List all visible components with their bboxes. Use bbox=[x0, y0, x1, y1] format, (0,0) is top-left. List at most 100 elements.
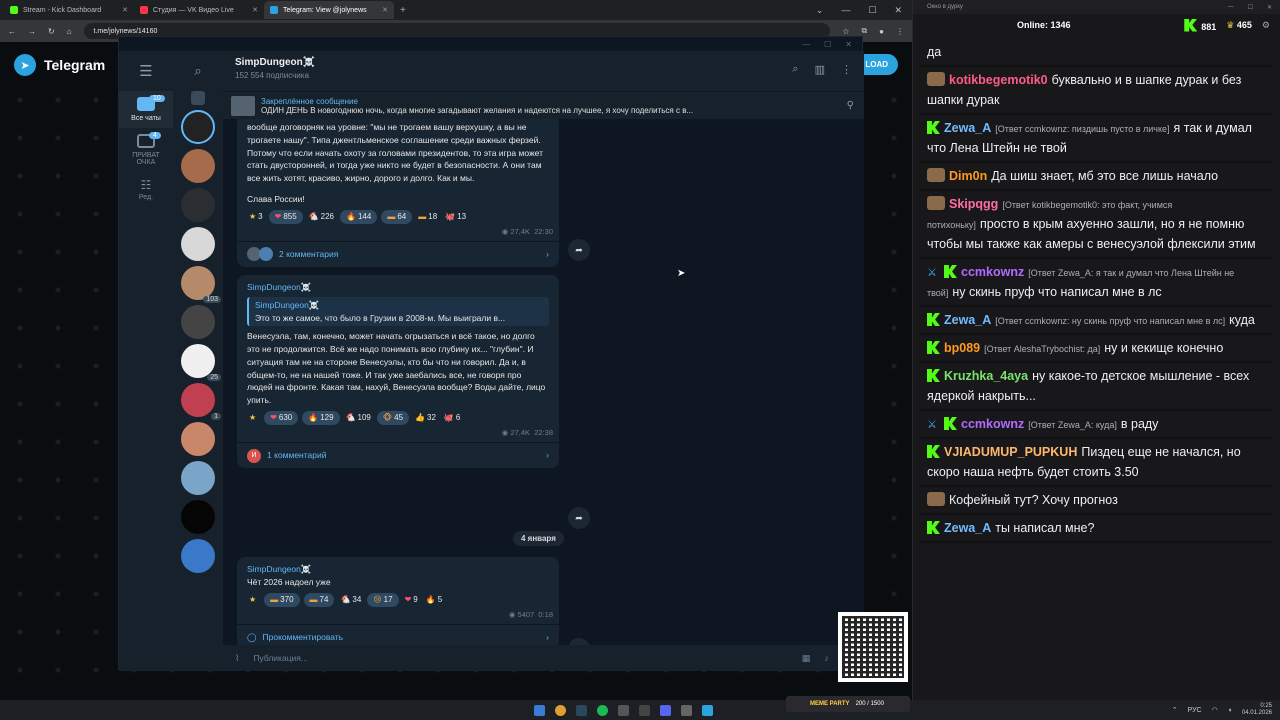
post-author[interactable]: SimpDungeon☠️ bbox=[247, 281, 549, 294]
reaction-pill[interactable]: 🐙 13 bbox=[443, 210, 468, 224]
browser-tab-vk[interactable]: Студия — VK Видео Live ✕ bbox=[134, 1, 264, 19]
reaction-pill[interactable]: 🐔 226 bbox=[307, 210, 336, 224]
chat-avatar[interactable]: 1 bbox=[181, 383, 221, 420]
comments-button[interactable]: И 1 комментарий › bbox=[237, 442, 559, 468]
bell-icon[interactable]: ♪ bbox=[824, 653, 829, 663]
paperclip-icon[interactable]: ⌇ bbox=[235, 653, 239, 664]
windows-start-icon[interactable] bbox=[534, 704, 545, 716]
close-icon[interactable]: ✕ bbox=[382, 6, 388, 14]
reply-quote[interactable]: SimpDungeon☠️ Это то же самое, что было в… bbox=[247, 296, 549, 327]
chat-username[interactable]: Kruzhka_4aya bbox=[944, 369, 1028, 383]
clock[interactable]: 0:25 04.01.2026 bbox=[1242, 703, 1272, 717]
forward-icon[interactable]: → bbox=[28, 27, 36, 36]
chat-username[interactable]: Dim0n bbox=[949, 169, 987, 183]
chevron-down-icon[interactable]: ⌄ bbox=[816, 5, 824, 16]
schedule-icon[interactable]: ▦ bbox=[802, 653, 811, 664]
reaction-pill[interactable]: ❤ 855 bbox=[268, 209, 303, 224]
reaction-pill[interactable]: ▬ 370 bbox=[264, 592, 300, 607]
reaction-pill[interactable]: ★ bbox=[247, 411, 260, 425]
close-icon[interactable]: ✕ bbox=[1267, 4, 1272, 11]
chat-avatar[interactable]: 103 bbox=[181, 266, 221, 303]
close-icon[interactable]: ✕ bbox=[122, 6, 128, 14]
spotify-icon[interactable] bbox=[597, 704, 608, 716]
minimize-icon[interactable]: — bbox=[802, 40, 810, 49]
chat-username[interactable]: kotikbegemotik0 bbox=[949, 73, 1048, 87]
close-icon[interactable]: ✕ bbox=[845, 40, 852, 49]
reaction-pill[interactable]: 👍 32 bbox=[413, 411, 438, 425]
profile-icon[interactable]: ● bbox=[879, 27, 884, 36]
share-icon[interactable]: ➦ bbox=[568, 638, 590, 645]
chat-avatar[interactable] bbox=[181, 500, 215, 534]
discord-icon[interactable] bbox=[660, 704, 671, 716]
chat-username[interactable]: bp089 bbox=[944, 341, 980, 355]
reaction-pill[interactable]: ★ bbox=[247, 593, 260, 607]
maximize-icon[interactable]: ☐ bbox=[824, 40, 831, 49]
pinned-message-bar[interactable]: Закреплённое сообщение ОДИН ДЕНЬ В новог… bbox=[223, 91, 864, 119]
settings-icon[interactable]: ⚙ bbox=[1262, 20, 1270, 31]
chat-avatar[interactable] bbox=[181, 305, 215, 339]
comment-button[interactable]: ◯ Прокомментировать › bbox=[237, 623, 559, 645]
reply-reference[interactable]: [Ответ Zewa_A: куда] bbox=[1028, 420, 1117, 430]
search-icon[interactable]: ⌕ bbox=[792, 63, 798, 76]
folder-private[interactable]: ПРИВАТ ОЧКА 4 bbox=[119, 128, 173, 172]
sidebar-toggle-icon[interactable]: ▥ bbox=[815, 63, 825, 76]
star-icon[interactable]: ☆ bbox=[842, 27, 849, 36]
reply-reference[interactable]: [Ответ ccmkownz: пиздишь пусто в личке] bbox=[995, 124, 1169, 134]
search-icon[interactable]: ⌕ bbox=[173, 51, 223, 91]
reaction-pill[interactable]: 🐵 45 bbox=[376, 410, 410, 425]
app-icon[interactable] bbox=[681, 704, 692, 716]
back-icon[interactable]: ← bbox=[8, 27, 16, 36]
reply-reference[interactable]: [Ответ AleshaTrybochist: да] bbox=[984, 344, 1100, 354]
menu-icon[interactable]: ⋮ bbox=[896, 27, 904, 36]
chat-username[interactable]: Zewa_A bbox=[944, 521, 991, 535]
minimize-icon[interactable]: — bbox=[1228, 4, 1234, 11]
app-icon[interactable] bbox=[618, 704, 629, 716]
message-input[interactable]: Публикация... bbox=[253, 653, 787, 663]
folder-edit[interactable]: ☷ Ред. bbox=[119, 172, 173, 207]
language-indicator[interactable]: РУС bbox=[1188, 707, 1202, 714]
reaction-pill[interactable]: ★ 3 bbox=[247, 210, 265, 224]
reaction-pill[interactable]: 🔥 144 bbox=[340, 209, 378, 224]
wifi-icon[interactable]: ◠ bbox=[1212, 706, 1218, 714]
chrome-icon[interactable] bbox=[555, 704, 566, 716]
chat-avatar[interactable] bbox=[181, 110, 215, 144]
obs-icon[interactable] bbox=[639, 704, 650, 716]
reaction-pill[interactable]: ▬ 64 bbox=[381, 209, 413, 224]
telegram-icon[interactable] bbox=[702, 704, 713, 716]
minimize-icon[interactable]: — bbox=[841, 5, 850, 16]
channel-header[interactable]: SimpDungeon☠️ 152 554 подписчика ⌕ ▥ ⋮ bbox=[223, 51, 864, 91]
chevron-up-icon[interactable]: ⌃ bbox=[1172, 706, 1178, 714]
reaction-pill[interactable]: 😢 17 bbox=[367, 592, 399, 607]
volume-icon[interactable]: ◖ bbox=[1228, 707, 1232, 714]
reaction-pill[interactable]: ▬ 74 bbox=[303, 592, 335, 607]
folder-all-chats[interactable]: Все чаты 10 bbox=[119, 91, 173, 128]
chat-username[interactable]: Skipqgg bbox=[949, 197, 998, 211]
reaction-pill[interactable]: 🐔 34 bbox=[338, 593, 363, 607]
chat-avatar[interactable] bbox=[181, 188, 215, 222]
archive-icon[interactable] bbox=[191, 91, 205, 105]
reaction-pill[interactable]: 🔥 5 bbox=[424, 593, 444, 607]
steam-icon[interactable] bbox=[576, 704, 587, 716]
share-icon[interactable]: ➦ bbox=[568, 507, 590, 529]
reaction-pill[interactable]: 🐔 109 bbox=[344, 411, 373, 425]
chat-username[interactable]: ccmkownz bbox=[961, 417, 1024, 431]
new-tab-icon[interactable]: + bbox=[400, 5, 406, 16]
browser-tab-kick[interactable]: Stream - Kick Dashboard ✕ bbox=[4, 1, 134, 19]
chat-avatar[interactable] bbox=[181, 461, 215, 495]
home-icon[interactable]: ⌂ bbox=[67, 27, 72, 36]
chat-username[interactable]: VJIADUMUP_PUPKUH bbox=[944, 445, 1077, 459]
share-icon[interactable]: ➦ bbox=[568, 239, 590, 261]
chat-avatar[interactable] bbox=[181, 539, 215, 573]
chat-username[interactable]: ccmkownz bbox=[961, 265, 1024, 279]
hamburger-menu-icon[interactable]: ☰ bbox=[119, 51, 173, 91]
comments-button[interactable]: 2 комментария › bbox=[237, 240, 559, 267]
chat-username[interactable]: Zewa_A bbox=[944, 313, 991, 327]
reaction-pill[interactable]: ❤ 630 bbox=[264, 410, 299, 425]
maximize-icon[interactable]: ☐ bbox=[868, 5, 876, 16]
post-author[interactable]: SimpDungeon☠️ bbox=[247, 563, 549, 576]
reaction-pill[interactable]: 🔥 129 bbox=[302, 410, 340, 425]
more-icon[interactable]: ⋮ bbox=[841, 63, 852, 76]
chat-avatar[interactable] bbox=[181, 422, 215, 456]
reaction-pill[interactable]: 🐙 6 bbox=[442, 411, 462, 425]
pin-list-icon[interactable]: ⚲ bbox=[847, 100, 854, 111]
